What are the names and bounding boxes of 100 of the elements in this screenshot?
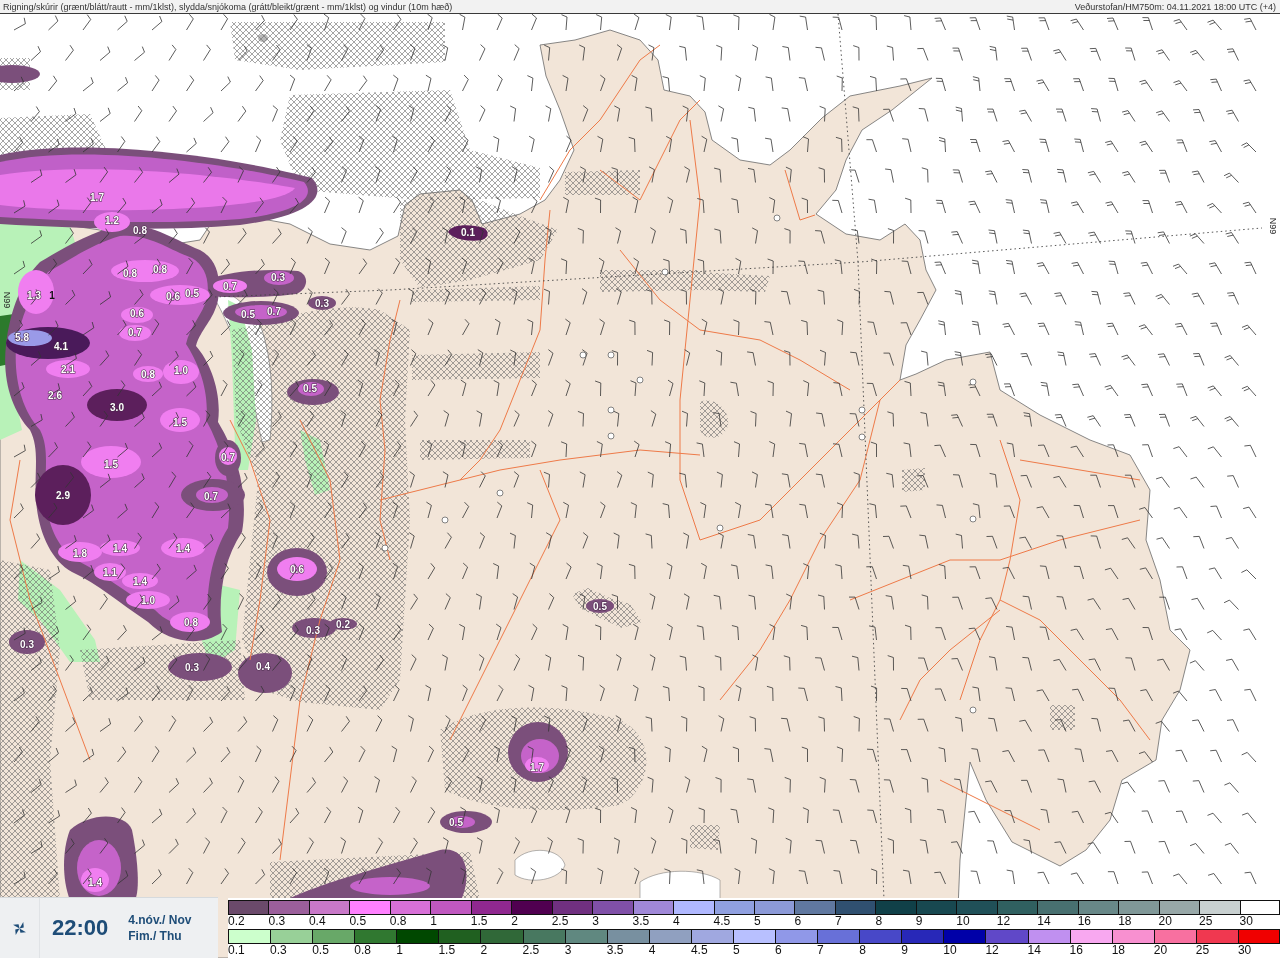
legend-value: 12	[996, 915, 1011, 928]
precipitation-value: 5.8	[15, 331, 29, 343]
legend-value: 30	[1239, 915, 1253, 928]
precipitation-area	[267, 548, 327, 596]
precipitation-value: 1.2	[105, 214, 119, 226]
legend-value: 1.5	[470, 915, 488, 928]
model-run-info: Veðurstofan/HM750m: 04.11.2021 18:00 UTC (+4)	[1074, 0, 1276, 13]
precipitation-value: 1.4	[88, 876, 102, 888]
hatched-area	[1050, 705, 1075, 730]
legend-value: 12	[985, 944, 999, 957]
precipitation-value: 0.5	[241, 308, 255, 320]
legend-value: 3	[564, 944, 572, 957]
circle-marker-icon	[636, 376, 644, 384]
precipitation-value: 0.6	[130, 307, 144, 319]
precipitation-value: 0.5	[185, 287, 199, 299]
precipitation-area	[448, 225, 488, 241]
precipitation-value: 0.8	[141, 368, 155, 380]
legend-value: 1.5	[438, 944, 456, 957]
legend-value: 9	[901, 944, 908, 957]
precipitation-value: 1.0	[141, 594, 155, 606]
precipitation-value: 0.7	[204, 490, 218, 502]
legend-value: 18	[1118, 915, 1132, 928]
pinwheel-icon	[12, 920, 27, 936]
legend-value: 4	[673, 915, 680, 928]
latitude-label: 66N	[1268, 217, 1278, 235]
precipitation-value: 0.5	[593, 600, 607, 612]
precipitation-value: 0.7	[128, 326, 142, 338]
precipitation-area	[508, 722, 568, 782]
circle-marker-icon	[969, 515, 977, 523]
precipitation-value: 1.7	[90, 191, 104, 203]
legend-value: 0.5	[349, 915, 367, 928]
circle-marker-icon	[381, 544, 389, 552]
circle-marker-icon	[661, 268, 669, 276]
precipitation-value: 1	[49, 289, 55, 301]
legend-value: 8	[875, 915, 883, 928]
hatched-area	[700, 400, 729, 438]
legend-value: 18	[1111, 944, 1126, 957]
precipitation-value: 0.4	[256, 660, 270, 672]
legend-value: 4.5	[713, 915, 731, 928]
precipitation-area	[586, 599, 614, 613]
circle-marker-icon	[773, 214, 781, 222]
legend-value: 2	[480, 944, 488, 957]
precipitation-value: 0.3	[315, 297, 329, 309]
precipitation-value: 1.8	[73, 547, 87, 559]
legend-value: 14	[1037, 915, 1051, 928]
map-title: Rigning/skúrir (grænt/blátt/rautt - mm/1klst), slydda/snjókoma (grátt/bleikt/grænt - mm/1klst) og vindur (10m hæð)	[3, 0, 453, 13]
precipitation-value: 1.4	[113, 542, 127, 554]
hatched-area	[700, 272, 770, 292]
unshaded-area	[514, 850, 566, 881]
precipitation-value: 1.4	[133, 575, 147, 587]
precipitation-area	[308, 296, 336, 310]
precipitation-area	[0, 65, 40, 83]
circle-marker-icon	[969, 378, 977, 386]
precipitation-value: 0.7	[221, 451, 235, 463]
legend-value: 0.1	[228, 944, 245, 957]
precipitation-value: 0.1	[461, 226, 475, 238]
legend-value: 16	[1077, 915, 1092, 928]
legend-value: 4.5	[690, 944, 708, 957]
legend-value: 3.5	[632, 915, 650, 928]
precipitation-value: 0.5	[303, 382, 317, 394]
precipitation-value: 0.2	[336, 618, 350, 630]
legend-value: 5	[732, 944, 740, 957]
precipitation-value: 0.3	[20, 638, 34, 650]
precipitation-value: 3.0	[110, 401, 124, 413]
legend-value: 9	[915, 915, 923, 928]
legend-value: 0.8	[354, 944, 371, 957]
circle-marker-icon	[969, 706, 977, 714]
latitude-label: 66N	[2, 291, 12, 309]
legend-value: 7	[817, 944, 824, 957]
legend-value: 6	[775, 944, 782, 957]
legend-value: 10	[956, 915, 970, 928]
precipitation-value: 1.5	[173, 416, 187, 428]
legend-value: 5	[754, 915, 761, 928]
legend-value: 0.3	[268, 915, 286, 928]
legend-value: 3.5	[606, 944, 624, 957]
legend-value: 10	[943, 944, 957, 957]
legend-value: 25	[1199, 915, 1213, 928]
legend-value: 2.5	[551, 915, 569, 928]
legend-value: 7	[834, 915, 842, 928]
forecast-time: 22:00	[52, 915, 109, 941]
circle-marker-icon	[716, 524, 724, 532]
legend-value: 6	[794, 915, 802, 928]
circle-marker-icon	[607, 351, 615, 359]
precipitation-value: 0.5	[449, 816, 463, 828]
legend-value: 1	[396, 944, 403, 957]
circle-marker-icon	[858, 433, 866, 441]
precipitation-value: 0.3	[271, 271, 285, 283]
legend-value: 0.2	[228, 915, 245, 928]
legend-value: 20	[1153, 944, 1168, 957]
legend-value: 0.8	[389, 915, 407, 928]
precipitation-area	[238, 653, 292, 693]
legend-value: 8	[859, 944, 866, 957]
circle-marker-icon	[441, 516, 449, 524]
precipitation-value: 0.3	[306, 624, 320, 636]
legend-value: 16	[1069, 944, 1083, 957]
legend-value: 1	[430, 915, 437, 928]
legend-value: 4	[648, 944, 656, 957]
legend-value: 30	[1237, 944, 1252, 957]
precipitation-value: 4.1	[54, 340, 68, 352]
precipitation-value: 0.7	[223, 280, 237, 292]
